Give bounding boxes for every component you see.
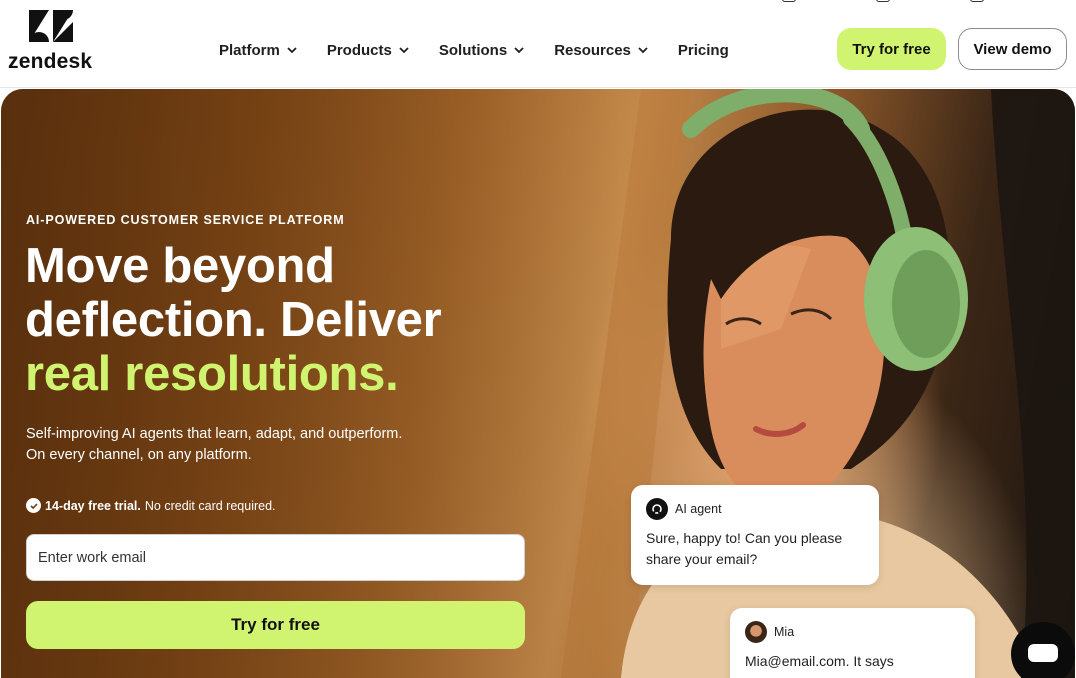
login-icon[interactable] <box>782 0 796 2</box>
nav-solutions[interactable]: Solutions <box>439 38 525 62</box>
nav-platform[interactable]: Platform <box>219 38 298 62</box>
trial-rest: No credit card required. <box>144 498 276 513</box>
hero-subtext: Self-improving AI agents that learn, ada… <box>26 424 446 466</box>
zendesk-z-logo-icon <box>29 10 73 42</box>
headline-line-2: deflection. Deliver <box>25 293 442 347</box>
nav-label: Resources <box>554 41 631 59</box>
utility-bar <box>782 0 984 6</box>
subtext-line-2: On every channel, on any platform. <box>26 447 252 463</box>
subtext-line-1: Self-improving AI agents that learn, ada… <box>26 426 403 442</box>
language-icon[interactable] <box>970 0 984 2</box>
hero-section: AI-POWERED CUSTOMER SERVICE PLATFORM Mov… <box>1 89 1075 678</box>
user-message: Mia Mia@email.com. It says <box>730 608 975 678</box>
ai-agent-icon <box>646 498 668 520</box>
headline-accent: real resolutions. <box>25 347 399 401</box>
avatar <box>745 621 767 643</box>
logo-wordmark: zendesk <box>8 50 93 73</box>
view-demo-button[interactable]: View demo <box>958 28 1067 70</box>
message-text: Sure, happy to! Can you please share you… <box>646 530 843 567</box>
sender-name: Mia <box>774 625 795 639</box>
headline-line-1: Move beyond <box>25 239 335 293</box>
main-nav: Platform Products Solutions Resources Pr… <box>219 38 758 62</box>
chevron-down-icon <box>514 47 524 54</box>
hero-eyebrow: AI-POWERED CUSTOMER SERVICE PLATFORM <box>26 213 345 227</box>
hero-try-for-free-button[interactable]: Try for free <box>26 601 525 649</box>
nav-pricing[interactable]: Pricing <box>678 38 729 62</box>
chevron-down-icon <box>399 47 409 54</box>
nav-label: Products <box>326 41 392 59</box>
trial-bold: 14-day free trial. <box>45 498 141 513</box>
nav-label: Pricing <box>677 41 729 59</box>
chat-bubble-icon <box>1028 644 1058 662</box>
chat-launcher-button[interactable] <box>1011 622 1075 678</box>
nav-products[interactable]: Products <box>327 38 410 62</box>
zendesk-logo[interactable]: zendesk <box>8 8 96 73</box>
check-circle-icon <box>26 498 41 513</box>
trial-note: 14-day free trial. No credit card requir… <box>26 498 276 513</box>
chevron-down-icon <box>287 47 297 54</box>
message-sender: Mia <box>745 621 960 643</box>
message-text: Mia@email.com. It says <box>745 653 894 669</box>
nav-label: Platform <box>219 41 280 59</box>
site-header: zendesk Platform Products Solutions Reso… <box>0 0 1076 88</box>
ai-agent-message: AI agent Sure, happy to! Can you please … <box>631 485 879 585</box>
message-sender: AI agent <box>646 498 864 520</box>
nav-label: Solutions <box>438 41 508 59</box>
hero-headline: Move beyond deflection. Deliver real res… <box>25 239 545 401</box>
chevron-down-icon <box>638 47 648 54</box>
try-for-free-button[interactable]: Try for free <box>837 28 946 70</box>
globe-icon[interactable] <box>876 0 890 2</box>
sender-name: AI agent <box>675 502 722 516</box>
work-email-input[interactable] <box>26 534 525 581</box>
nav-resources[interactable]: Resources <box>554 38 649 62</box>
